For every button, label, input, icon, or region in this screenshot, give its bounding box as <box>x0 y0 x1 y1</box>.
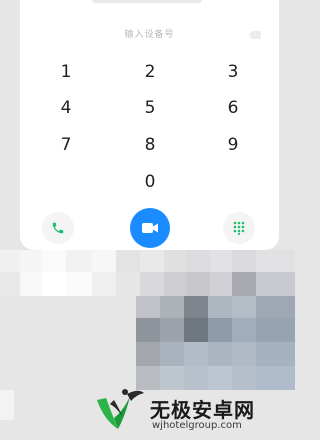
panel-top-handle <box>92 0 202 3</box>
key-4[interactable]: 4 <box>46 96 86 120</box>
key-5[interactable]: 5 <box>130 96 170 120</box>
watermark-logo-icon <box>97 389 144 429</box>
phone-icon <box>52 222 64 234</box>
device-number-input[interactable]: 输入设备号 <box>20 27 279 40</box>
key-7[interactable]: 7 <box>46 133 86 157</box>
key-3[interactable]: 3 <box>213 60 253 84</box>
key-0[interactable]: 0 <box>130 170 170 194</box>
key-6[interactable]: 6 <box>213 96 253 120</box>
key-2[interactable]: 2 <box>130 60 170 84</box>
key-1[interactable]: 1 <box>46 60 86 84</box>
site-watermark: 无极安卓网 wjhotelgroup.com <box>90 380 295 440</box>
key-8[interactable]: 8 <box>130 133 170 157</box>
watermark-url: wjhotelgroup.com <box>152 420 242 431</box>
dialer-panel: 输入设备号 1 2 3 4 5 6 7 8 9 0 <box>20 0 279 250</box>
watermark-title: 无极安卓网 <box>150 398 255 422</box>
backspace-icon[interactable] <box>249 31 261 39</box>
video-call-button[interactable] <box>130 208 170 248</box>
call-button[interactable] <box>42 212 74 244</box>
dialpad-button[interactable] <box>223 212 255 244</box>
dialpad-icon <box>233 221 245 235</box>
video-camera-icon <box>142 223 158 233</box>
key-9[interactable]: 9 <box>213 133 253 157</box>
